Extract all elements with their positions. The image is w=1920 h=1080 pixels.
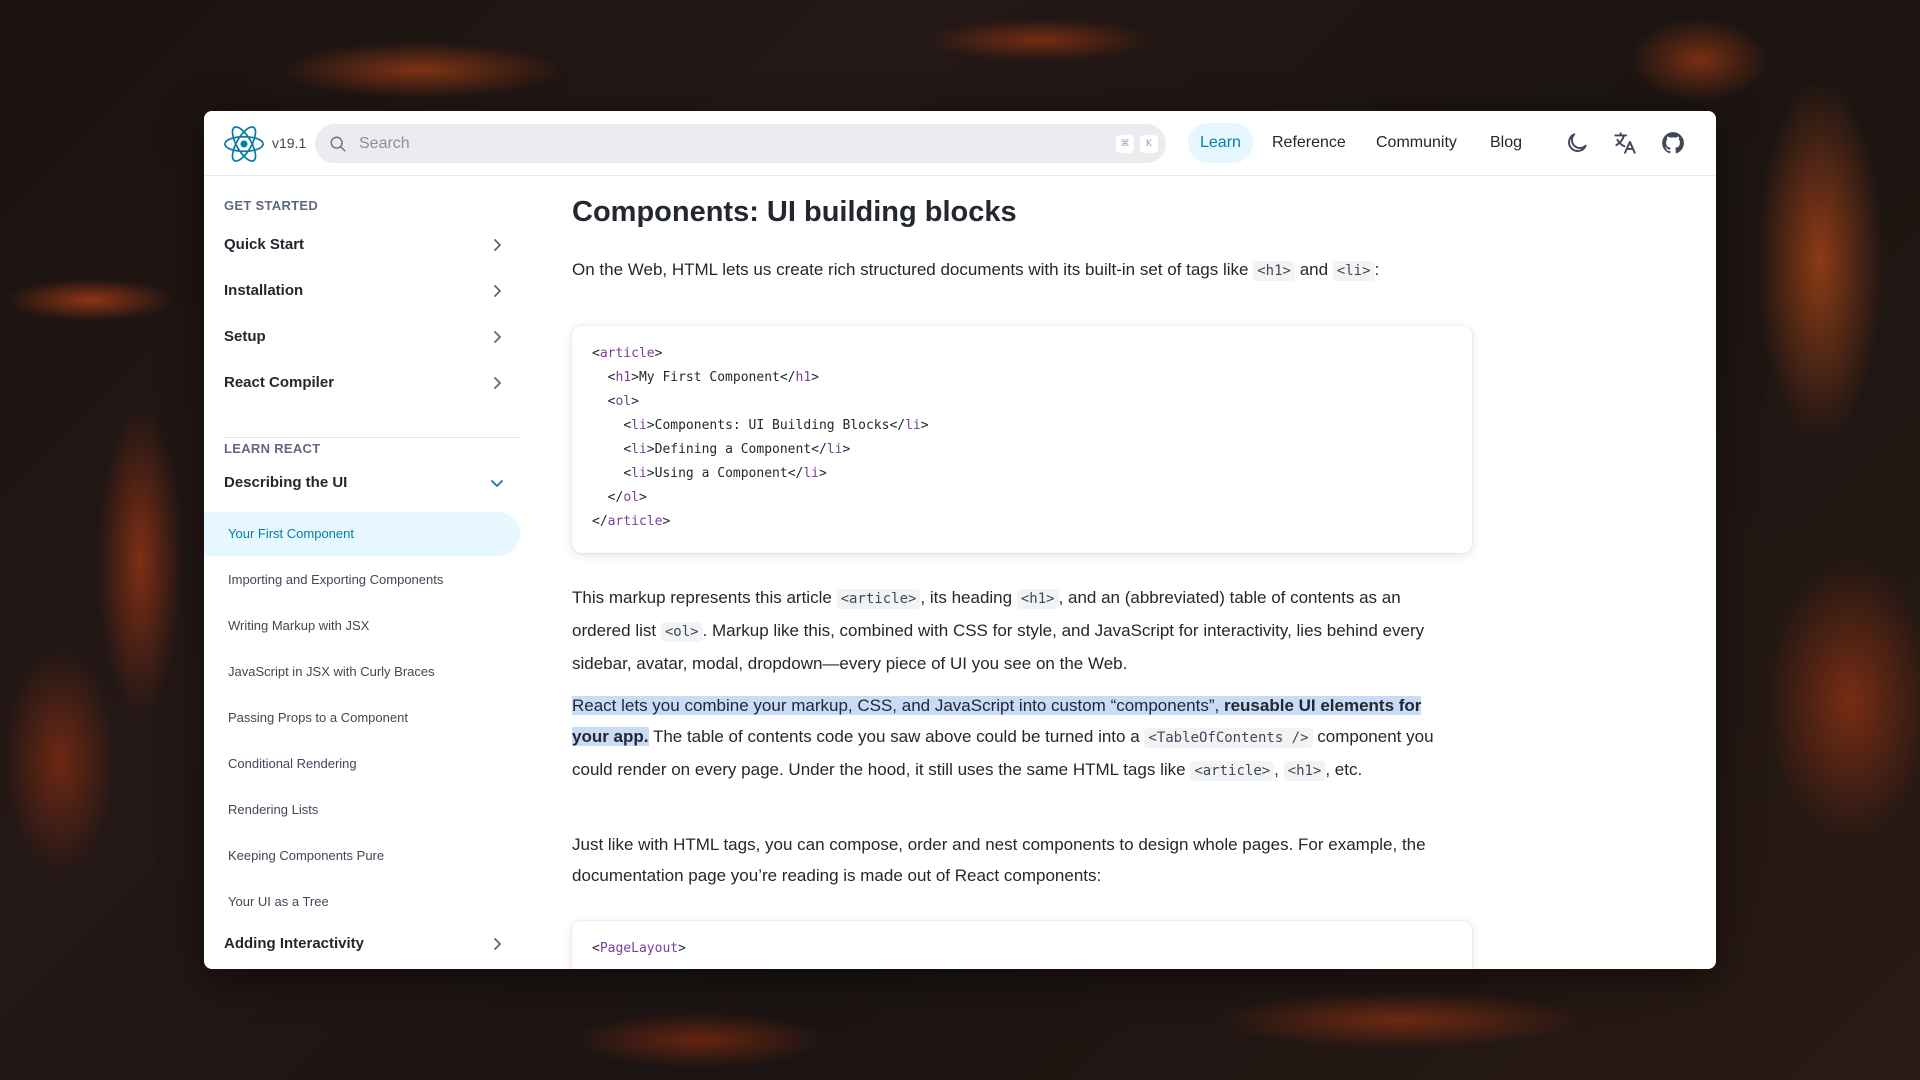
- sidebar-subitem-importing-exporting[interactable]: Importing and Exporting Components: [204, 558, 520, 602]
- github-icon[interactable]: [1660, 130, 1686, 156]
- code-line: </ol>: [607, 490, 647, 505]
- page-title: Components: UI building blocks: [572, 196, 1017, 228]
- inline-code: <h1>: [1253, 261, 1295, 281]
- search-icon: [330, 136, 346, 151]
- react-logo-icon[interactable]: [224, 124, 264, 164]
- code-tag-name: li: [631, 418, 647, 433]
- code-tag-name: h1: [795, 370, 812, 385]
- nav-community[interactable]: Community: [1364, 123, 1469, 163]
- code-tag-name: article: [599, 346, 655, 361]
- p2-text-b: , its heading: [920, 588, 1013, 607]
- sidebar-subitem-rendering-lists[interactable]: Rendering Lists: [204, 788, 520, 832]
- search-input[interactable]: Search ⌘ K: [315, 124, 1166, 163]
- sidebar-item-label: React Compiler: [224, 374, 335, 391]
- inline-code: <li>: [1332, 261, 1375, 281]
- code-line: <h1>My First Component</h1>: [607, 370, 819, 385]
- p2-text-a: This markup represents this article: [572, 588, 832, 607]
- code-line: <article>: [592, 346, 663, 361]
- browser-window: v19.1 Search ⌘ K Learn Reference Communi…: [204, 111, 1716, 969]
- code-tag-name: article: [607, 514, 663, 529]
- sidebar-item-adding-interactivity[interactable]: Adding Interactivity: [224, 924, 504, 964]
- sidebar-item-describing-the-ui[interactable]: Describing the UI: [224, 463, 504, 503]
- intro-end: :: [1374, 260, 1380, 279]
- chevron-right-icon: [494, 377, 501, 389]
- chevron-right-icon: [494, 938, 501, 950]
- search-placeholder: Search: [359, 134, 410, 152]
- sidebar: GET STARTED Quick Start Installation Set…: [204, 176, 528, 969]
- nav-blog[interactable]: Blog: [1478, 123, 1534, 163]
- version-label[interactable]: v19.1: [272, 135, 306, 151]
- sidebar-item-label: Quick Start: [224, 236, 305, 253]
- section-title-get-started: GET STARTED: [224, 198, 319, 213]
- sidebar-subitem-writing-markup-jsx[interactable]: Writing Markup with JSX: [204, 604, 520, 648]
- code-block[interactable]: <article> <h1>My First Component</h1> <o…: [572, 326, 1472, 553]
- sidebar-subitem-javascript-in-jsx[interactable]: JavaScript in JSX with Curly Braces: [204, 650, 520, 694]
- kbd-k-key: K: [1140, 135, 1158, 153]
- kbd-cmd-key: ⌘: [1116, 135, 1134, 153]
- code-tag-name: li: [905, 418, 921, 433]
- code-block-2[interactable]: <PageLayout>: [572, 921, 1472, 969]
- inline-code: <h1>: [1016, 589, 1059, 609]
- sidebar-subitem-your-first-component[interactable]: Your First Component: [204, 512, 520, 556]
- main-content: Components: UI building blocks On the We…: [572, 176, 1716, 969]
- sidebar-divider: [224, 437, 520, 438]
- code-tag-name: h1: [615, 370, 632, 385]
- inline-code: <article>: [836, 589, 921, 609]
- sidebar-item-installation[interactable]: Installation: [224, 271, 504, 311]
- code-tag-name: li: [631, 442, 647, 457]
- code-line: <li>Using a Component</li>: [623, 466, 827, 481]
- inline-code: <TableOfContents />: [1144, 728, 1313, 748]
- p3-text-a: The table of contents code you saw above…: [652, 727, 1140, 746]
- code-line: <li>Defining a Component</li>: [623, 442, 851, 457]
- code-tag-name: PageLayout: [599, 941, 679, 956]
- inline-code: <h1>: [1283, 761, 1326, 781]
- translate-icon[interactable]: [1612, 130, 1638, 156]
- sidebar-item-label: Installation: [224, 282, 304, 299]
- nav-learn[interactable]: Learn: [1188, 123, 1253, 163]
- inline-code: <ol>: [660, 622, 703, 642]
- chevron-right-icon: [494, 239, 501, 251]
- code-line: <ol>: [607, 394, 639, 409]
- chevron-right-icon: [494, 285, 501, 297]
- code-tag-name: li: [803, 466, 819, 481]
- code-tag-name: li: [631, 466, 647, 481]
- code-line: <li>Components: UI Building Blocks</li>: [623, 418, 929, 433]
- sidebar-item-quick-start[interactable]: Quick Start: [224, 225, 504, 265]
- components-paragraph: React lets you combine your markup, CSS,…: [572, 690, 1462, 787]
- compose-paragraph: Just like with HTML tags, you can compos…: [572, 835, 1426, 885]
- section-title-learn-react: LEARN REACT: [224, 441, 321, 456]
- sidebar-subitem-keeping-components-pure[interactable]: Keeping Components Pure: [204, 834, 520, 878]
- inline-code: <article>: [1190, 761, 1275, 781]
- code-lines: <article> <h1>My First Component</h1> <o…: [572, 326, 1472, 550]
- intro-paragraph: On the Web, HTML lets us create rich str…: [572, 254, 1462, 287]
- code-lines: <PageLayout>: [572, 921, 1472, 969]
- sidebar-item-label: Adding Interactivity: [224, 935, 365, 952]
- markup-paragraph: This markup represents this article <art…: [572, 582, 1462, 679]
- sidebar-subitem-your-ui-as-tree[interactable]: Your UI as a Tree: [204, 880, 520, 924]
- chevron-down-icon: [491, 480, 503, 487]
- nav-reference[interactable]: Reference: [1260, 123, 1358, 163]
- p3-text-c: ,: [1274, 760, 1279, 779]
- code-tag-name: ol: [623, 490, 639, 505]
- code-line: </article>: [592, 514, 671, 529]
- sidebar-subitem-conditional-rendering[interactable]: Conditional Rendering: [204, 742, 520, 786]
- sidebar-subitem-passing-props[interactable]: Passing Props to a Component: [204, 696, 520, 740]
- sidebar-item-react-compiler[interactable]: React Compiler: [224, 363, 504, 403]
- p3-text-d: , etc.: [1325, 760, 1363, 779]
- highlighted-text: React lets you combine your markup, CSS,…: [572, 696, 1220, 715]
- sidebar-item-label: Setup: [224, 328, 266, 345]
- top-nav-bar: v19.1 Search ⌘ K Learn Reference Communi…: [204, 111, 1716, 176]
- moon-icon[interactable]: [1564, 130, 1590, 156]
- code-tag-name: li: [826, 442, 843, 457]
- code-line: <PageLayout>: [592, 941, 686, 956]
- intro-and: and: [1299, 260, 1329, 279]
- intro-text: On the Web, HTML lets us create rich str…: [572, 260, 1249, 279]
- sidebar-item-label: Describing the UI: [224, 474, 348, 491]
- chevron-right-icon: [494, 331, 501, 343]
- sidebar-item-setup[interactable]: Setup: [224, 317, 504, 357]
- code-tag-name: ol: [615, 394, 632, 409]
